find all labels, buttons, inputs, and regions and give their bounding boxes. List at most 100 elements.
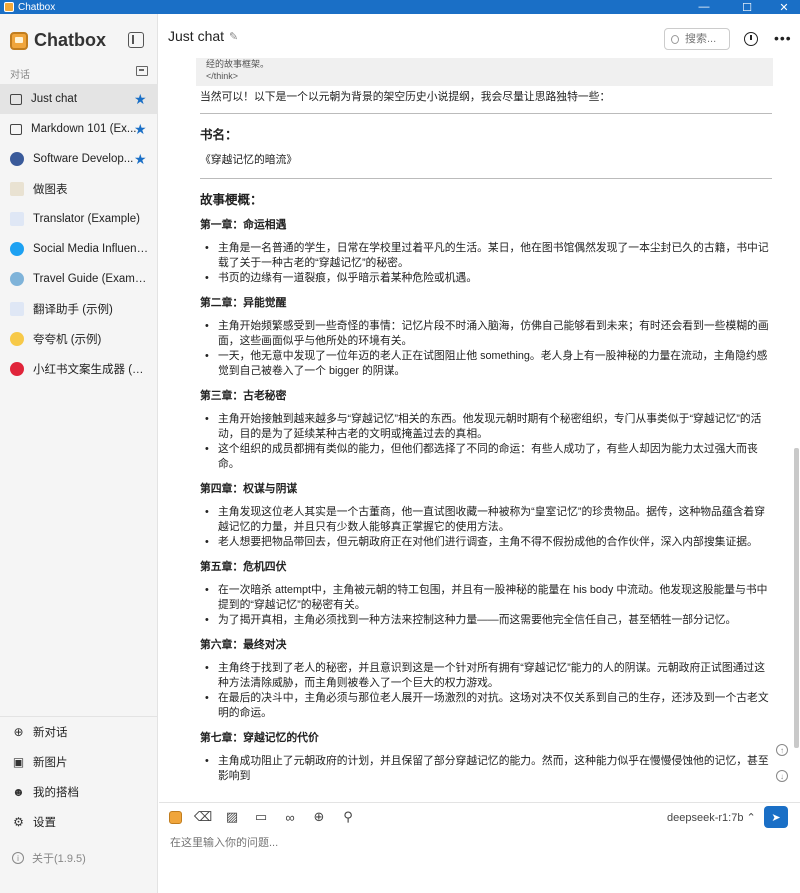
conversation-label: Travel Guide (Example) bbox=[33, 273, 151, 285]
chapter-points: 在一次暗杀 attempt中，主角被元朝的特工包围，并且有一股神秘的能量在 hi… bbox=[205, 583, 772, 628]
conversation-item-xiaohongshu[interactable]: 小红书文案生成器 (示例) bbox=[0, 354, 158, 384]
summary-heading: 故事梗概： bbox=[200, 193, 263, 207]
sparkle-avatar-icon bbox=[10, 332, 24, 346]
folder-icon[interactable]: ▭ bbox=[253, 809, 269, 825]
new-image-label: 新图片 bbox=[33, 757, 68, 769]
window-title: Chatbox bbox=[18, 1, 56, 13]
search-icon bbox=[671, 34, 679, 44]
chapter-title: 第五章：危机四伏 bbox=[200, 561, 287, 573]
message-area[interactable]: 经的故事框架。 </think> 当然可以！以下是一个以元朝为背景的架空历史小说… bbox=[159, 58, 800, 802]
gear-icon: ⚙ bbox=[13, 815, 24, 829]
chat-bubble-icon bbox=[10, 93, 22, 105]
send-icon: ➤ bbox=[771, 811, 781, 824]
app-logo-icon bbox=[4, 2, 14, 12]
conversation-label: 夸夸机 (示例) bbox=[33, 334, 102, 346]
think-block: 经的故事框架。 </think> bbox=[196, 58, 773, 86]
chart-avatar-icon bbox=[10, 182, 24, 196]
image-icon: ▣ bbox=[12, 755, 25, 769]
list-item: 主角开始频繁感受到一些奇怪的事情：记忆片段不时涌入脑海，仿佛自己能够看到未来；有… bbox=[205, 319, 772, 349]
chapter-title: 第一章：命运相遇 bbox=[200, 219, 287, 231]
window-titlebar: Chatbox — ☐ ✕ bbox=[0, 0, 800, 14]
conversation-item-just-chat[interactable]: Just chat ★ bbox=[0, 84, 158, 114]
search-box[interactable] bbox=[664, 28, 730, 50]
tools-icon[interactable]: ⚲ bbox=[340, 809, 356, 825]
message-intro: 当然可以！以下是一个以元朝为背景的架空历史小说提纲，我会尽量让思路独特一些： bbox=[200, 91, 611, 103]
chapter-points: 主角开始频繁感受到一些奇怪的事情：记忆片段不时涌入脑海，仿佛自己能够看到未来；有… bbox=[205, 319, 772, 379]
think-text: 经的故事框架。 bbox=[206, 59, 270, 69]
conversation-item-social-media[interactable]: Social Media Influencer ... bbox=[0, 234, 158, 264]
list-item: 主角发现这位老人其实是一个古董商，他一直试图收藏一种被称为“皇室记忆”的珍贵物品… bbox=[205, 505, 772, 535]
conversation-item-chart[interactable]: 做图表 bbox=[0, 174, 158, 204]
conversation-item-software-developer[interactable]: Software Develop... ★ bbox=[0, 144, 158, 174]
star-icon[interactable]: ★ bbox=[134, 91, 147, 108]
star-icon[interactable]: ★ bbox=[134, 121, 147, 138]
conversation-item-translator[interactable]: Translator (Example) bbox=[0, 204, 158, 234]
chapter-title: 第七章：穿越记忆的代价 bbox=[200, 732, 319, 744]
list-item: 在最后的决斗中，主角必须与那位老人展开一场激烈的对抗。这场对决不仅关系到自己的生… bbox=[205, 691, 772, 721]
list-item: 书页的边缘有一道裂痕，似乎暗示着某种危险或机遇。 bbox=[205, 271, 772, 286]
list-item: 老人想要把物品带回去，但元朝政府正在对他们进行调查，主角不得不假扮成他的合作伙伴… bbox=[205, 535, 772, 550]
composer-toolbar: ⌫ ▨ ▭ ∞ ⊕ ⚲ bbox=[169, 809, 369, 825]
book-heading: 书名： bbox=[200, 128, 238, 142]
eraser-icon[interactable]: ⌫ bbox=[194, 809, 212, 825]
version-label: 关于(1.9.5) bbox=[32, 853, 86, 865]
chapter-title: 第二章：异能觉醒 bbox=[200, 297, 287, 309]
list-item: 主角开始接触到越来越多与“穿越记忆”相关的东西。他发现元朝时期有个秘密组织，专门… bbox=[205, 412, 772, 442]
archive-icon[interactable] bbox=[136, 66, 148, 76]
image-icon[interactable]: ▨ bbox=[224, 809, 240, 825]
minimize-button[interactable]: — bbox=[690, 0, 718, 14]
conversation-item-praise-machine[interactable]: 夸夸机 (示例) bbox=[0, 324, 158, 354]
close-button[interactable]: ✕ bbox=[770, 0, 798, 14]
brand: Chatbox bbox=[10, 30, 106, 51]
conversation-label: Markdown 101 (Ex... bbox=[31, 123, 137, 135]
composer: ⌫ ▨ ▭ ∞ ⊕ ⚲ deepseek-r1:7b ⌃ ➤ bbox=[159, 802, 800, 893]
maximize-button[interactable]: ☐ bbox=[733, 0, 761, 14]
globe-avatar-icon bbox=[10, 272, 24, 286]
settings-button[interactable]: ⚙ 设置 bbox=[0, 807, 158, 837]
info-icon: i bbox=[12, 852, 24, 864]
chatbox-logo-icon[interactable] bbox=[169, 810, 182, 824]
twitter-avatar-icon bbox=[10, 242, 24, 256]
conversation-item-translation-assistant[interactable]: 翻译助手 (示例) bbox=[0, 294, 158, 324]
translator-avatar-icon bbox=[10, 212, 24, 226]
globe-icon[interactable]: ⊕ bbox=[311, 809, 327, 825]
my-partners-label: 我的搭档 bbox=[33, 787, 79, 799]
search-input[interactable] bbox=[685, 33, 729, 45]
model-selector[interactable]: deepseek-r1:7b ⌃ bbox=[667, 811, 756, 824]
pencil-icon[interactable]: ✎ bbox=[229, 30, 238, 43]
scroll-to-bottom-icon[interactable]: ↓ bbox=[776, 770, 788, 782]
message-input[interactable] bbox=[170, 837, 760, 849]
chat-bubble-icon bbox=[10, 123, 22, 135]
conversation-item-travel-guide[interactable]: Travel Guide (Example) bbox=[0, 264, 158, 294]
conversation-label: Software Develop... bbox=[33, 153, 134, 165]
conversation-label: 小红书文案生成器 (示例) bbox=[33, 364, 151, 376]
list-item: 为了揭开真相，主角必须找到一种方法来控制这种力量——而这需要他完全信任自己，甚至… bbox=[205, 613, 772, 628]
scroll-to-top-icon[interactable]: ↑ bbox=[776, 744, 788, 756]
send-button[interactable]: ➤ bbox=[764, 806, 788, 828]
chapter-points: 主角发现这位老人其实是一个古董商，他一直试图收藏一种被称为“皇室记忆”的珍贵物品… bbox=[205, 505, 772, 550]
chat-title: Just chat bbox=[168, 28, 225, 44]
my-partners-button[interactable]: ☻ 我的搭档 bbox=[0, 777, 158, 807]
section-label: 对话 bbox=[10, 70, 30, 81]
divider bbox=[200, 178, 772, 179]
new-image-button[interactable]: ▣ 新图片 bbox=[0, 747, 158, 777]
book-title: 《穿越记忆的暗流》 bbox=[200, 154, 298, 166]
more-icon[interactable]: ••• bbox=[774, 30, 792, 46]
link-icon[interactable]: ∞ bbox=[282, 809, 298, 825]
assistant-message: 当然可以！以下是一个以元朝为背景的架空历史小说提纲，我会尽量让思路独特一些： 书… bbox=[200, 90, 772, 784]
conversation-item-markdown[interactable]: Markdown 101 (Ex... ★ bbox=[0, 114, 158, 144]
translator-avatar-icon bbox=[10, 302, 24, 316]
conversation-label: Translator (Example) bbox=[33, 213, 140, 225]
list-item: 主角成功阻止了元朝政府的计划，并且保留了部分穿越记忆的能力。然而，这种能力似乎在… bbox=[205, 754, 772, 784]
conversation-label: 做图表 bbox=[33, 184, 68, 196]
history-icon[interactable] bbox=[744, 32, 758, 46]
xiaohongshu-avatar-icon bbox=[10, 362, 24, 376]
scrollbar-thumb[interactable] bbox=[794, 448, 799, 748]
robot-icon: ☻ bbox=[12, 785, 25, 799]
new-chat-button[interactable]: ⊕ 新对话 bbox=[0, 717, 158, 747]
list-item: 在一次暗杀 attempt中，主角被元朝的特工包围，并且有一股神秘的能量在 hi… bbox=[205, 583, 772, 613]
star-icon[interactable]: ★ bbox=[134, 151, 147, 168]
collapse-sidebar-icon[interactable] bbox=[128, 32, 144, 48]
about-version[interactable]: i 关于(1.9.5) bbox=[12, 850, 86, 866]
developer-avatar-icon bbox=[10, 152, 24, 166]
